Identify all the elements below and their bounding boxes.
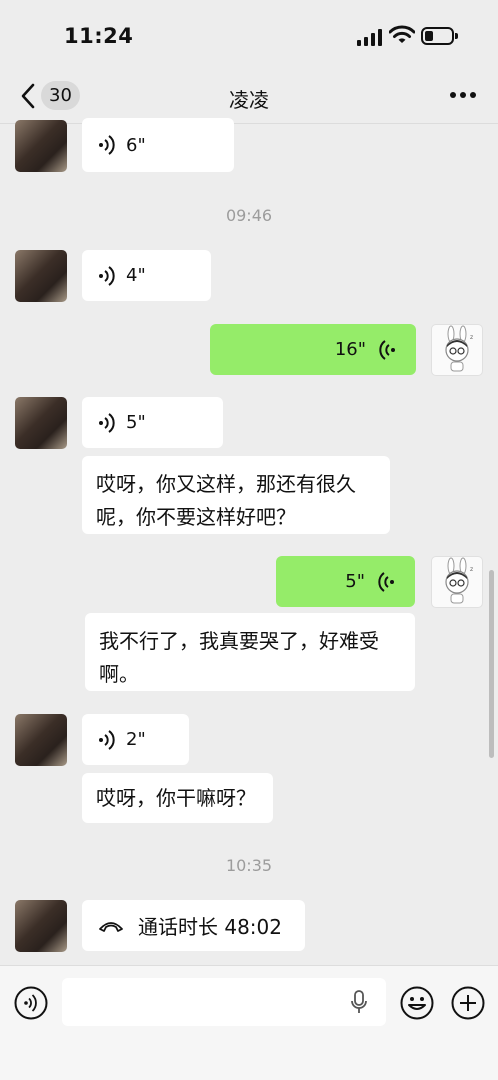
contact-avatar[interactable] [15,250,67,302]
voice-duration: 5" [126,412,146,433]
text-message-incoming[interactable]: 哎呀，你又这样，那还有很久 呢，你不要这样好吧？ [82,456,390,534]
message-text-line: 啊。 [99,662,139,686]
status-bar: 11:24 [0,0,498,72]
message-text-line: 哎呀，你干嘛呀？ [96,786,256,810]
voice-wave-icon [99,412,115,433]
contact-avatar[interactable] [15,900,67,952]
phone-icon [99,921,123,932]
microphone-icon[interactable] [350,990,368,1014]
voice-message-incoming[interactable]: 4" [82,250,211,301]
svg-text:z: z [470,566,473,573]
battery-icon [421,27,458,45]
voice-wave-icon [379,339,395,360]
voice-wave-icon [99,729,115,750]
message-timestamp: 09:46 [225,206,273,225]
my-avatar[interactable]: z [431,324,483,376]
voice-duration: 2" [126,729,146,750]
chat-title: 凌凌 [229,88,269,112]
voice-wave-icon [378,571,394,592]
contact-avatar[interactable] [15,714,67,766]
cartoon-avatar-icon: z [445,557,473,604]
voice-message-outgoing[interactable]: 5" [276,556,415,607]
voice-wave-icon [99,265,115,286]
contact-avatar[interactable] [15,120,67,172]
chat-header: 30 凌凌 [0,72,498,124]
message-text-line: 呢，你不要这样好吧？ [96,505,296,529]
text-message[interactable]: 我不行了，我真要哭了，好难受 啊。 [85,613,415,691]
text-message-incoming[interactable]: 哎呀，你干嘛呀？ [82,773,273,823]
signal-icon [357,29,383,46]
contact-avatar[interactable] [15,397,67,449]
voice-message-incoming[interactable]: 2" [82,714,189,765]
voice-message-incoming[interactable]: 5" [82,397,223,448]
message-input[interactable] [62,978,386,1026]
voice-wave-icon [99,135,115,155]
my-avatar[interactable]: z [431,556,483,608]
input-bar [0,965,498,1080]
message-text-line: 哎呀，你又这样，那还有很久 [96,472,356,496]
voice-message-outgoing[interactable]: 16" [210,324,416,375]
cartoon-avatar-icon: z [445,325,473,372]
scrollbar-thumb[interactable] [489,570,494,758]
voice-input-toggle-icon[interactable] [14,986,48,1020]
emoji-icon[interactable] [400,986,434,1020]
voice-message-incoming[interactable]: 6" [82,118,234,172]
wifi-icon [389,25,415,43]
status-time: 11:24 [64,24,134,48]
call-record-message[interactable]: 通话时长 48:02 [82,900,305,951]
svg-text:z: z [470,334,473,341]
message-text-line: 我不行了，我真要哭了，好难受 [99,629,379,653]
voice-duration: 16" [334,339,366,360]
plus-icon[interactable] [451,986,485,1020]
voice-duration: 6" [126,134,146,156]
message-timestamp: 10:35 [225,856,273,875]
call-duration-text: 通话时长 48:02 [138,915,282,939]
more-icon[interactable] [448,90,478,100]
voice-duration: 4" [126,265,146,286]
voice-duration: 5" [345,571,365,592]
